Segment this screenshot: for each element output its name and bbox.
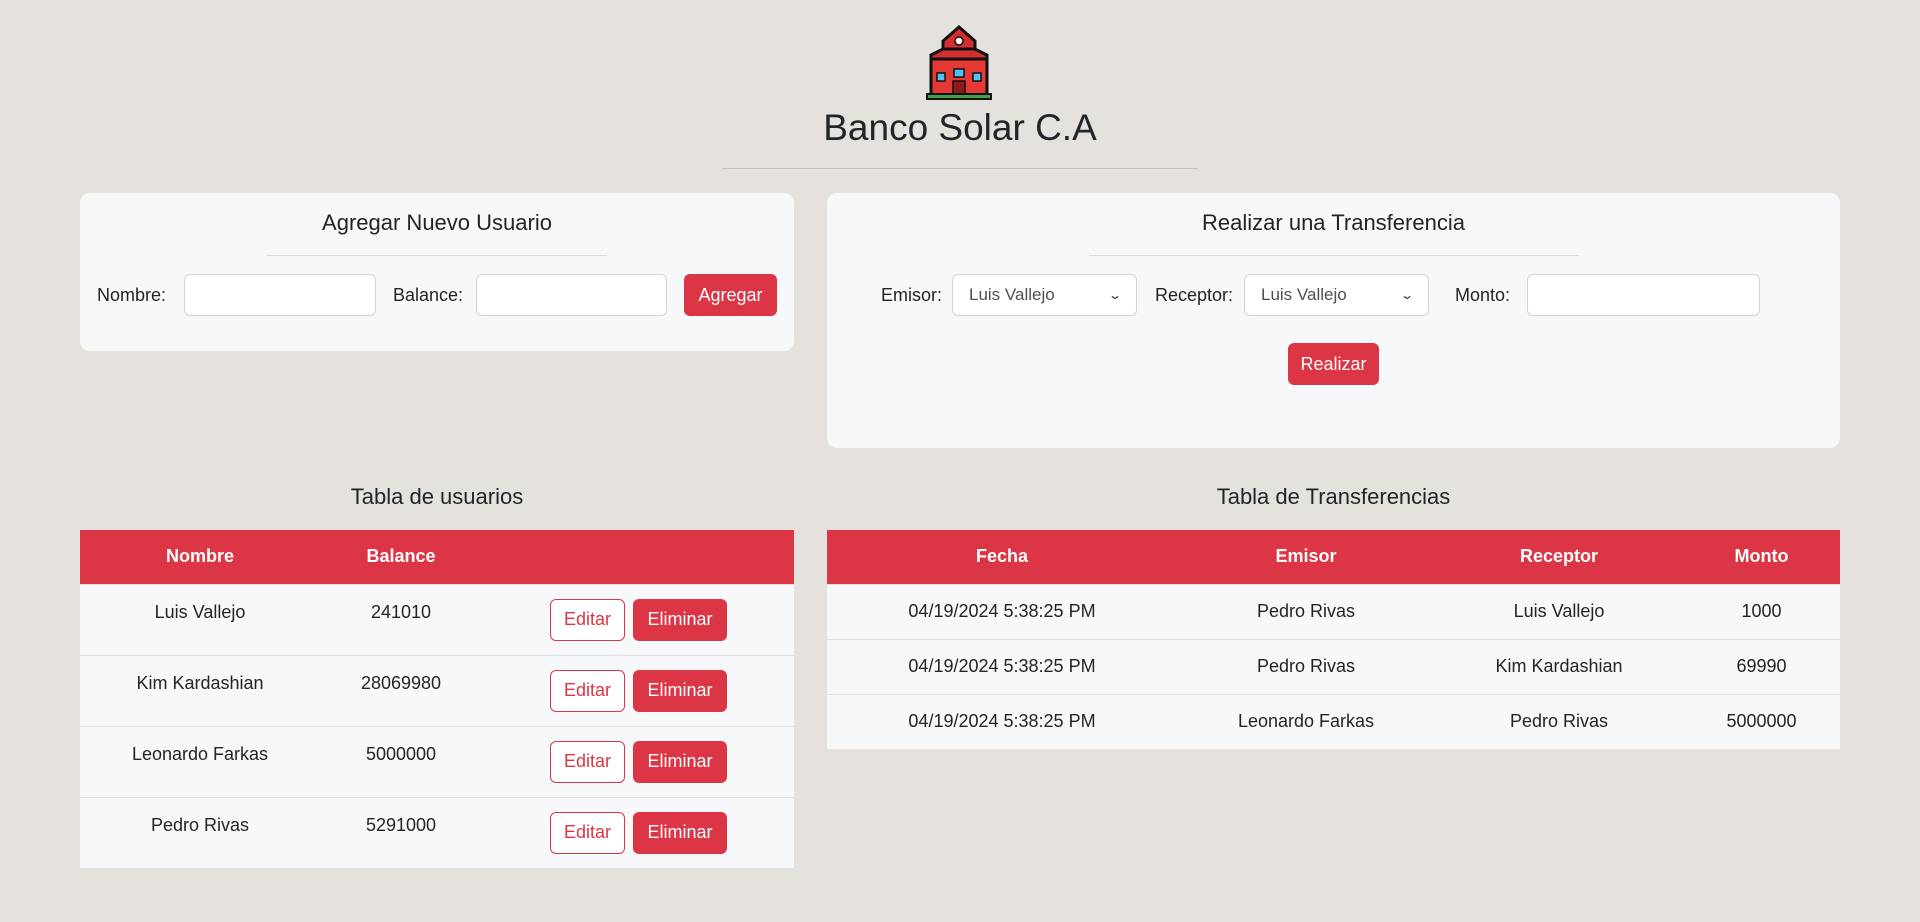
name-input[interactable] xyxy=(184,274,376,316)
transfers-table-title: Tabla de Transferencias xyxy=(1216,484,1451,509)
user-actions-cell: Editar Eliminar xyxy=(482,725,794,797)
transfer-card: Realizar una Transferencia Emisor: Luis … xyxy=(827,193,1840,448)
edit-button[interactable]: Editar xyxy=(550,740,625,783)
sender-select[interactable]: Luis Vallejo ⌄ xyxy=(952,274,1137,316)
transfer-button[interactable]: Realizar xyxy=(1288,343,1379,385)
user-name-cell: Leonardo Farkas xyxy=(80,725,320,797)
receiver-select[interactable]: Luis Vallejo ⌄ xyxy=(1244,274,1429,316)
transfer-amount-cell: 1000 xyxy=(1683,583,1840,639)
table-row: 04/19/2024 5:38:25 PM Pedro Rivas Kim Ka… xyxy=(827,638,1840,694)
app-title: Banco Solar C.A xyxy=(823,107,1097,148)
user-actions-cell: Editar Eliminar xyxy=(482,583,794,655)
edit-button[interactable]: Editar xyxy=(550,811,625,854)
delete-button[interactable]: Eliminar xyxy=(633,811,727,854)
edit-button[interactable]: Editar xyxy=(550,669,625,712)
balance-label: Balance: xyxy=(393,285,464,305)
amount-label: Monto: xyxy=(1455,285,1511,305)
user-balance-cell: 5291000 xyxy=(320,796,482,868)
transfer-date-cell: 04/19/2024 5:38:25 PM xyxy=(827,693,1177,749)
users-table: Nombre Balance Luis Vallejo 241010 Edita… xyxy=(80,530,794,868)
transfer-divider xyxy=(1089,255,1579,256)
table-row: Pedro Rivas 5291000 Editar Eliminar xyxy=(80,796,794,868)
users-table-title: Tabla de usuarios xyxy=(350,484,524,509)
user-actions-cell: Editar Eliminar xyxy=(482,654,794,726)
add-user-button[interactable]: Agregar xyxy=(684,274,777,316)
transfer-sender-cell: Pedro Rivas xyxy=(1177,583,1435,639)
users-table-header: Nombre Balance xyxy=(80,530,794,584)
delete-button[interactable]: Eliminar xyxy=(633,669,727,712)
user-name-cell: Pedro Rivas xyxy=(80,796,320,868)
transfer-title: Realizar una Transferencia xyxy=(1202,210,1465,235)
transfers-table: Fecha Emisor Receptor Monto 04/19/2024 5… xyxy=(827,530,1840,749)
transfer-amount-cell: 69990 xyxy=(1683,638,1840,694)
table-row: Luis Vallejo 241010 Editar Eliminar xyxy=(80,583,794,655)
table-row: Kim Kardashian 28069980 Editar Eliminar xyxy=(80,654,794,726)
transfer-sender-cell: Pedro Rivas xyxy=(1177,638,1435,694)
transfer-amount-cell: 5000000 xyxy=(1683,693,1840,749)
table-row: Leonardo Farkas 5000000 Editar Eliminar xyxy=(80,725,794,797)
sender-label: Emisor: xyxy=(881,285,943,305)
balance-input[interactable] xyxy=(476,274,667,316)
transfer-receiver-cell: Pedro Rivas xyxy=(1435,693,1683,749)
user-name-cell: Kim Kardashian xyxy=(80,654,320,726)
user-actions-cell: Editar Eliminar xyxy=(482,796,794,868)
transfer-sender-cell: Leonardo Farkas xyxy=(1177,693,1435,749)
new-user-card: Agregar Nuevo Usuario Nombre: Balance: A… xyxy=(80,193,794,351)
transfer-date-cell: 04/19/2024 5:38:25 PM xyxy=(827,583,1177,639)
transfer-receiver-cell: Luis Vallejo xyxy=(1435,583,1683,639)
column-header-nombre: Nombre xyxy=(80,530,320,584)
new-user-divider xyxy=(267,255,607,256)
amount-input[interactable] xyxy=(1527,274,1760,316)
delete-button[interactable]: Eliminar xyxy=(633,740,727,783)
edit-button[interactable]: Editar xyxy=(550,598,625,641)
transfers-table-header: Fecha Emisor Receptor Monto xyxy=(827,530,1840,584)
user-balance-cell: 28069980 xyxy=(320,654,482,726)
title-divider xyxy=(722,168,1198,169)
receiver-selected-value: Luis Vallejo xyxy=(1261,285,1347,304)
transfer-date-cell: 04/19/2024 5:38:25 PM xyxy=(827,638,1177,694)
name-label: Nombre: xyxy=(97,285,167,305)
delete-button[interactable]: Eliminar xyxy=(633,598,727,641)
chevron-down-icon: ⌄ xyxy=(1107,288,1123,302)
user-balance-cell: 5000000 xyxy=(320,725,482,797)
column-header-emisor: Emisor xyxy=(1177,530,1435,584)
school-building-icon xyxy=(926,25,992,100)
column-header-fecha: Fecha xyxy=(827,530,1177,584)
chevron-down-icon: ⌄ xyxy=(1399,288,1415,302)
sender-selected-value: Luis Vallejo xyxy=(969,285,1055,304)
receiver-label: Receptor: xyxy=(1155,285,1234,305)
column-header-actions xyxy=(482,530,794,584)
new-user-title: Agregar Nuevo Usuario xyxy=(322,210,552,235)
table-row: 04/19/2024 5:38:25 PM Pedro Rivas Luis V… xyxy=(827,583,1840,639)
column-header-balance: Balance xyxy=(320,530,482,584)
transfer-receiver-cell: Kim Kardashian xyxy=(1435,638,1683,694)
user-name-cell: Luis Vallejo xyxy=(80,583,320,655)
column-header-receptor: Receptor xyxy=(1435,530,1683,584)
user-balance-cell: 241010 xyxy=(320,583,482,655)
table-row: 04/19/2024 5:38:25 PM Leonardo Farkas Pe… xyxy=(827,693,1840,749)
column-header-monto: Monto xyxy=(1683,530,1840,584)
